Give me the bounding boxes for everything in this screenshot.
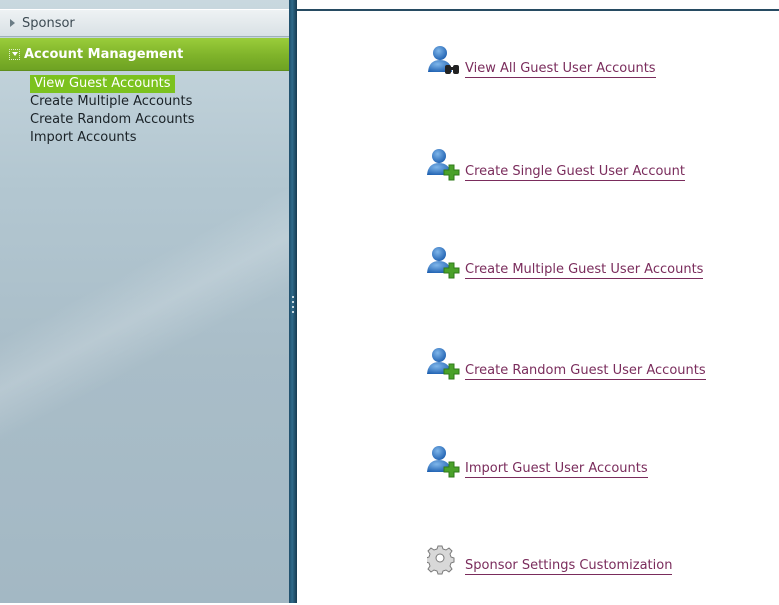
sidebar-section-label: Account Management bbox=[24, 46, 184, 62]
sidebar-item-create-random-accounts[interactable]: Create Random Accounts bbox=[30, 111, 195, 129]
chevron-right-icon bbox=[10, 19, 15, 27]
sidebar-nav-list: View Guest Accounts Create Multiple Acco… bbox=[0, 75, 289, 147]
link-row: Sponsor Settings Customization bbox=[425, 541, 673, 575]
link-row: View All Guest User Accounts bbox=[427, 44, 656, 78]
sponsor-settings-customization-link[interactable]: Sponsor Settings Customization bbox=[465, 558, 673, 575]
view-all-guest-user-accounts-link[interactable]: View All Guest User Accounts bbox=[465, 61, 656, 78]
sidebar-item-import-accounts[interactable]: Import Accounts bbox=[30, 129, 137, 147]
link-row: Create Random Guest User Accounts bbox=[427, 346, 706, 380]
gear-icon bbox=[425, 541, 461, 575]
link-row: Import Guest User Accounts bbox=[427, 444, 648, 478]
user-binoculars-icon bbox=[427, 44, 461, 78]
sidebar: Sponsor Account Management View Guest Ac… bbox=[0, 0, 289, 603]
user-add-icon bbox=[427, 245, 461, 279]
sidebar-item-create-multiple-accounts[interactable]: Create Multiple Accounts bbox=[30, 93, 192, 111]
user-add-icon bbox=[427, 147, 461, 181]
create-multiple-guest-user-accounts-link[interactable]: Create Multiple Guest User Accounts bbox=[465, 262, 704, 279]
link-row: Create Multiple Guest User Accounts bbox=[427, 245, 704, 279]
sidebar-section-label: Sponsor bbox=[22, 15, 75, 31]
user-add-icon bbox=[427, 346, 461, 380]
user-add-icon bbox=[427, 444, 461, 478]
import-guest-user-accounts-link[interactable]: Import Guest User Accounts bbox=[465, 461, 648, 478]
sidebar-section-account-management[interactable]: Account Management bbox=[0, 38, 289, 71]
sidebar-section-sponsor[interactable]: Sponsor bbox=[0, 9, 289, 37]
create-single-guest-user-account-link[interactable]: Create Single Guest User Account bbox=[465, 164, 685, 181]
splitter-grip-icon[interactable] bbox=[292, 296, 294, 316]
create-random-guest-user-accounts-link[interactable]: Create Random Guest User Accounts bbox=[465, 363, 706, 380]
chevron-down-icon[interactable] bbox=[9, 48, 20, 60]
sidebar-item-view-guest-accounts[interactable]: View Guest Accounts bbox=[30, 75, 175, 93]
link-row: Create Single Guest User Account bbox=[427, 147, 685, 181]
main-content: View All Guest User Accounts Create Sing… bbox=[297, 9, 779, 605]
